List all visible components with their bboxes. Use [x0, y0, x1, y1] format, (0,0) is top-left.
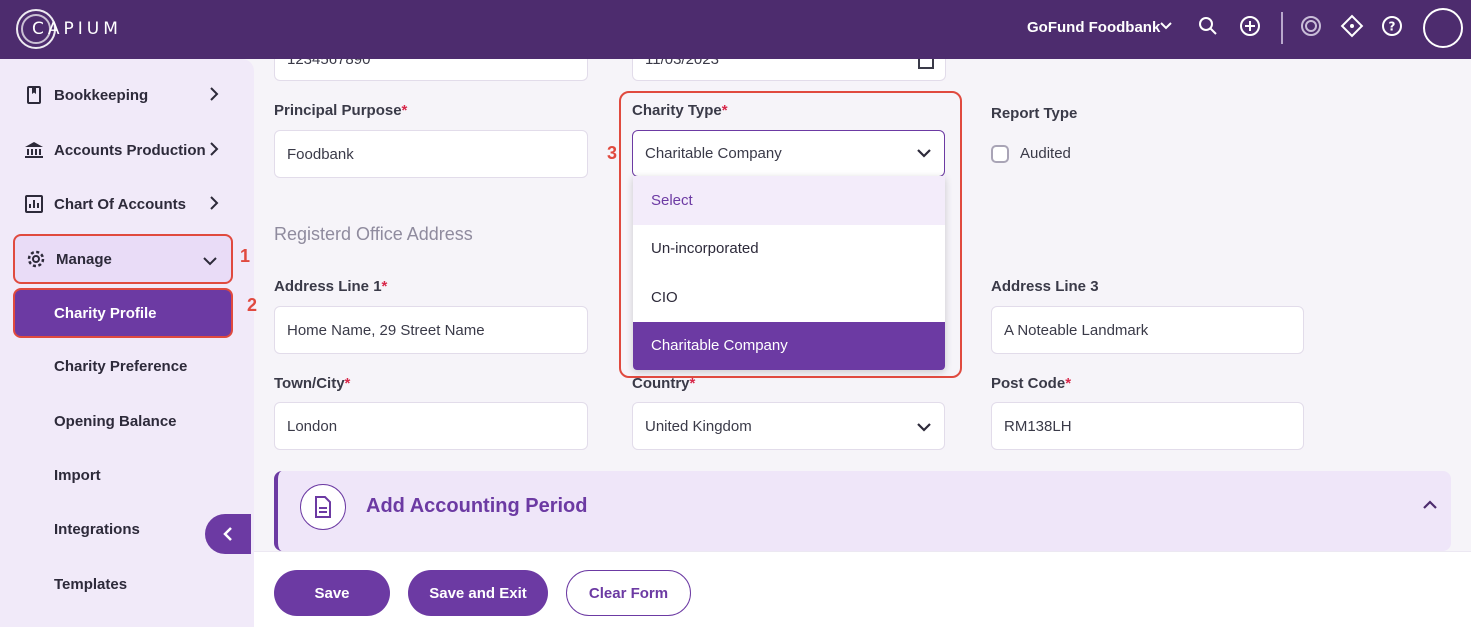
address-line-1-input[interactable]: Home Name, 29 Street Name: [274, 306, 588, 354]
sidebar-item-label: Accounts Production: [54, 141, 206, 159]
calendar-icon[interactable]: [917, 59, 935, 75]
logo-text: CAPIUM: [32, 19, 122, 39]
sidebar-subitem-integrations[interactable]: Integrations: [54, 521, 140, 538]
annotation-2: 2: [247, 295, 258, 315]
town-city-input[interactable]: London: [274, 402, 588, 450]
address-line-3-input[interactable]: A Noteable Landmark: [991, 306, 1304, 354]
sidebar-item-label: Bookkeeping: [54, 86, 149, 104]
chevron-right-icon: [209, 196, 219, 214]
audited-label: Audited: [1020, 145, 1071, 162]
input-value: A Noteable Landmark: [1004, 321, 1149, 339]
address-line-3-label: Address Line 3: [991, 278, 1099, 295]
sidebar-item-chart-of-accounts[interactable]: Chart Of Accounts: [13, 181, 233, 227]
sidebar-item-label: Chart Of Accounts: [54, 195, 186, 213]
address-line-1-label: Address Line 1*: [274, 278, 387, 295]
audited-checkbox[interactable]: [991, 145, 1009, 163]
top-bar: CAPIUM GoFund Foodbank ?: [0, 0, 1471, 59]
chevron-up-icon[interactable]: [1423, 497, 1437, 515]
toolbar-divider: [1281, 12, 1283, 44]
required-mark: *: [1065, 375, 1072, 392]
required-mark: *: [381, 278, 388, 295]
principal-purpose-label: Principal Purpose*: [274, 102, 407, 119]
accounting-period-panel[interactable]: Add Accounting Period: [274, 471, 1451, 551]
sidebar-subitem-charity-profile[interactable]: Charity Profile: [13, 288, 233, 338]
search-icon[interactable]: [1196, 14, 1220, 38]
sidebar-item-bookkeeping[interactable]: Bookkeeping: [13, 72, 233, 118]
label-text: Post Code: [991, 375, 1066, 392]
principal-purpose-input[interactable]: Foodbank: [274, 130, 588, 178]
bank-icon: [23, 141, 45, 159]
previous-field-partial[interactable]: 1234567890: [274, 59, 588, 81]
save-and-exit-button[interactable]: Save and Exit: [408, 570, 548, 616]
document-icon: [300, 484, 346, 530]
post-code-input[interactable]: RM138LH: [991, 402, 1304, 450]
sidebar-subitem-opening-balance[interactable]: Opening Balance: [54, 413, 177, 430]
chevron-down-icon: [916, 420, 932, 437]
input-value: Home Name, 29 Street Name: [287, 321, 485, 339]
select-value: United Kingdom: [645, 417, 752, 435]
chevron-right-icon: [209, 142, 219, 160]
sidebar-subitem-import[interactable]: Import: [54, 467, 101, 484]
clear-form-button[interactable]: Clear Form: [566, 570, 691, 616]
required-mark: *: [401, 102, 408, 119]
save-button[interactable]: Save: [274, 570, 390, 616]
input-value: Foodbank: [287, 145, 354, 163]
sidebar-item-label: Manage: [56, 250, 112, 268]
partial-value: 1234567890: [287, 59, 371, 68]
collapse-sidebar-button[interactable]: [205, 514, 251, 554]
chart-icon: [23, 195, 45, 213]
plus-circle-icon[interactable]: [1238, 14, 1262, 38]
label-text: Principal Purpose: [274, 102, 402, 119]
accounting-period-title: Add Accounting Period: [366, 495, 588, 517]
label-text: Town/City: [274, 375, 345, 392]
input-value: RM138LH: [1004, 417, 1072, 435]
section-title-office-address: Registerd Office Address: [274, 224, 473, 244]
avatar[interactable]: [1423, 8, 1463, 48]
town-city-label: Town/City*: [274, 375, 350, 392]
report-type-label: Report Type: [991, 105, 1078, 122]
help-icon[interactable]: ?: [1380, 14, 1404, 38]
svg-text:?: ?: [1389, 20, 1396, 34]
sidebar-item-accounts-production[interactable]: Accounts Production: [13, 127, 233, 173]
partial-value: 11/03/2023: [645, 59, 719, 68]
chevron-right-icon: [209, 87, 219, 105]
sidebar-subitem-charity-preference[interactable]: Charity Preference: [54, 358, 187, 375]
chevron-left-icon: [223, 527, 232, 541]
post-code-label: Post Code*: [991, 375, 1071, 392]
chevron-down-icon[interactable]: [1160, 20, 1172, 34]
sidebar-item-manage[interactable]: Manage: [13, 234, 233, 284]
sidebar-subitem-label: Charity Profile: [54, 304, 157, 322]
capium-icon[interactable]: [1299, 14, 1323, 38]
annotation-1: 1: [240, 246, 251, 266]
country-select[interactable]: United Kingdom: [632, 402, 945, 450]
gear-icon: [25, 249, 47, 269]
chevron-down-icon: [203, 253, 217, 270]
puzzle-icon[interactable]: [1340, 14, 1364, 38]
input-value: London: [287, 417, 338, 435]
org-switcher[interactable]: GoFund Foodbank: [1027, 19, 1160, 36]
label-text: Address Line 1: [274, 278, 382, 295]
highlight-box: [619, 91, 962, 378]
sidebar-subitem-templates[interactable]: Templates: [54, 576, 127, 593]
annotation-3: 3: [607, 143, 618, 163]
capium-logo[interactable]: CAPIUM: [16, 7, 118, 51]
form-footer: Save Save and Exit Clear Form: [254, 551, 1471, 627]
book-icon: [23, 86, 45, 104]
required-mark: *: [344, 375, 351, 392]
date-field-partial[interactable]: 11/03/2023: [632, 59, 946, 81]
